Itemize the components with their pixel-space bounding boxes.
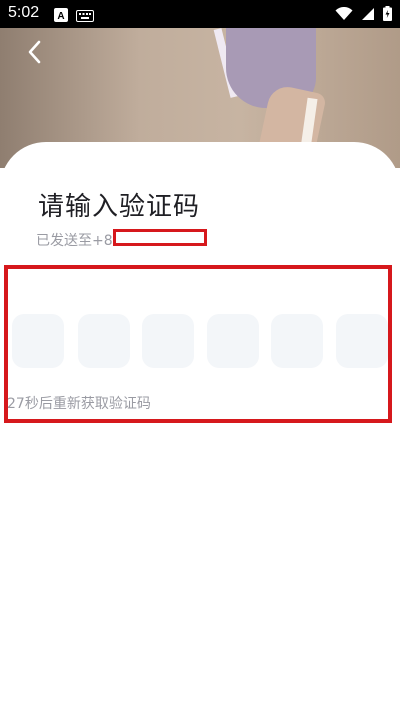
status-left-icons: A <box>54 7 94 26</box>
sent-to-label: 已发送至+86 <box>36 233 122 249</box>
status-time: 5:02 <box>8 4 40 21</box>
text-a-icon: A <box>54 7 68 26</box>
back-button[interactable] <box>18 38 50 70</box>
keyboard-icon <box>76 7 94 26</box>
battery-icon <box>383 6 392 25</box>
chevron-left-icon <box>27 40 41 68</box>
redacted-phone-number <box>113 229 207 246</box>
status-right-icons <box>335 6 392 25</box>
verification-card <box>0 142 400 712</box>
page-title: 请输入验证码 <box>38 192 201 222</box>
signal-icon <box>361 6 375 25</box>
svg-text:A: A <box>57 11 64 22</box>
highlight-annotation-box <box>4 265 392 423</box>
status-bar: 5:02 A <box>0 0 400 28</box>
wifi-icon <box>335 6 353 25</box>
